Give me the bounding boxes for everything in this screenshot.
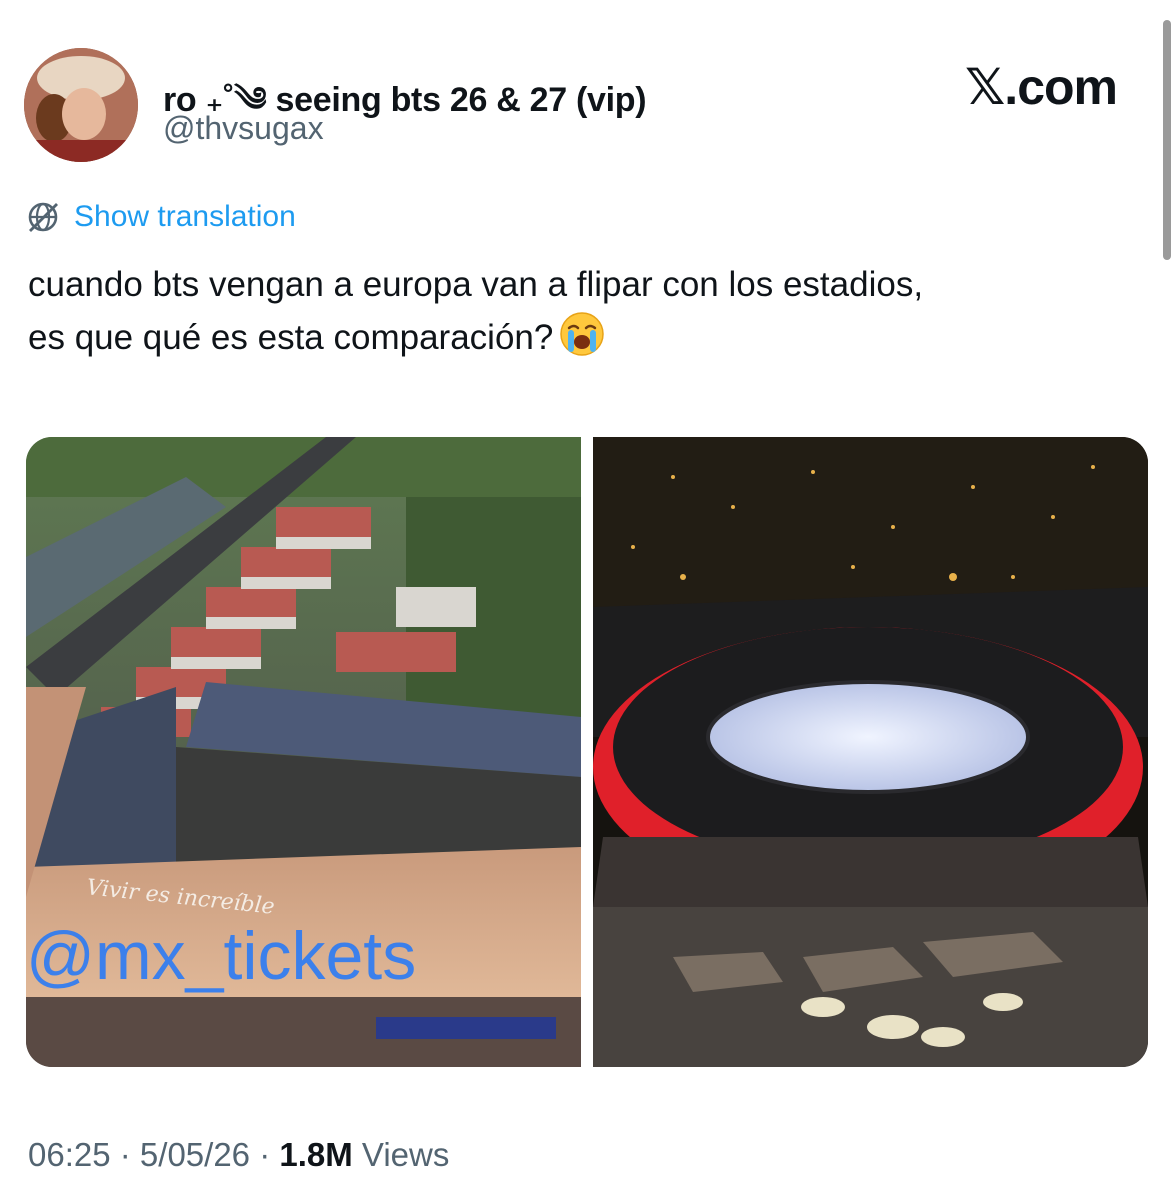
tweet-text: cuando bts vengan a europa van a flipar …: [28, 258, 1148, 364]
tweet-media[interactable]: Vivir es increíble @mx_tickets: [26, 437, 1148, 1067]
photo-mexico-stadium[interactable]: Vivir es increíble @mx_tickets: [26, 437, 581, 1067]
show-translation-label: Show translation: [74, 200, 296, 233]
show-translation-link[interactable]: Show translation: [26, 200, 296, 234]
meta-separator-2: ·: [250, 1136, 280, 1173]
tweet-line-2: es que qué es esta comparación?: [28, 311, 1148, 364]
tweet-date[interactable]: 5/05/26: [140, 1136, 250, 1173]
loudly-crying-face-icon: [559, 311, 605, 357]
author-handle[interactable]: @thvsugax: [163, 110, 324, 147]
tweet-line-2-text: es que qué es esta comparación?: [28, 318, 554, 357]
globe-slash-icon: [26, 200, 60, 234]
watermark-mx-tickets: @mx_tickets: [26, 918, 417, 994]
tweet-meta: 06:25 · 5/05/26 · 1.8M Views: [28, 1136, 449, 1174]
views-count: 1.8M: [279, 1136, 353, 1173]
avatar[interactable]: [24, 48, 138, 162]
tweet-line-1: cuando bts vengan a europa van a flipar …: [28, 265, 924, 304]
meta-separator-1: ·: [110, 1136, 140, 1173]
photo-madrid-stadium[interactable]: [593, 437, 1148, 1067]
x-logo: 𝕏.com: [965, 59, 1118, 115]
views-label: Views: [361, 1136, 450, 1173]
scrollbar[interactable]: [1163, 20, 1171, 260]
tweet-time[interactable]: 06:25: [28, 1136, 111, 1173]
